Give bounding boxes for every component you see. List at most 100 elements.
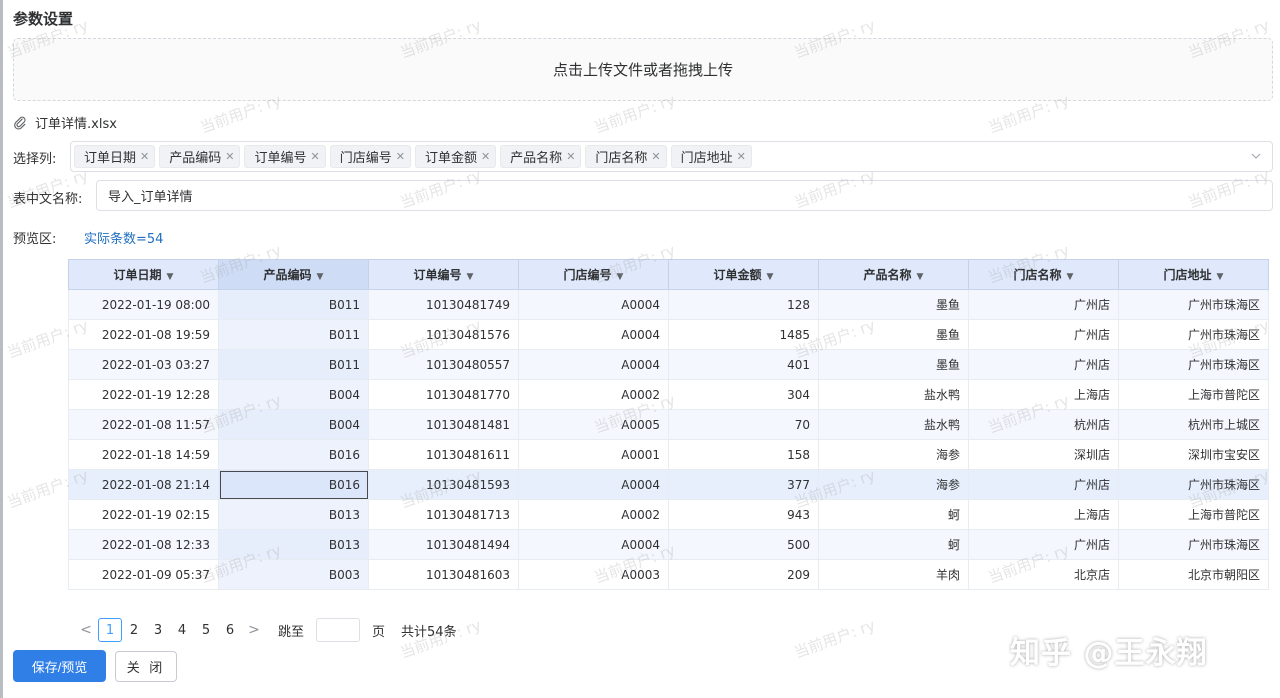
table-cell[interactable]: B011 [218,319,369,350]
close-icon[interactable]: ✕ [737,150,746,163]
table-cell[interactable]: A0002 [518,499,669,530]
column-header[interactable]: 产品名称 ▼ [818,259,969,290]
table-row[interactable]: 2022-01-19 12:28 B004 10130481770 A0002 304 盐… [68,379,1269,410]
column-header[interactable]: 订单编号 ▼ [368,259,519,290]
sort-caret-icon[interactable]: ▼ [467,272,474,282]
table-cell[interactable]: A0005 [518,409,669,440]
table-row[interactable]: 2022-01-19 02:15 B013 10130481713 A0002 943 蚵… [68,499,1269,530]
table-cell[interactable]: B004 [218,379,369,410]
table-cell[interactable]: A0004 [518,289,669,320]
column-header[interactable]: 门店名称 ▼ [968,259,1119,290]
table-cell[interactable]: 10130481481 [368,409,519,440]
table-cell[interactable]: 10130481770 [368,379,519,410]
table-cell[interactable]: 广州店 [968,529,1119,560]
table-cell[interactable]: A0004 [518,319,669,350]
table-cell[interactable]: B013 [218,529,369,560]
table-cell[interactable]: 209 [668,559,819,590]
table-cell[interactable]: 北京市朝阳区 [1118,559,1269,590]
table-cell[interactable]: A0001 [518,439,669,470]
table-cell[interactable]: 上海店 [968,499,1119,530]
sort-caret-icon[interactable]: ▼ [317,272,324,282]
column-header[interactable]: 门店地址 ▼ [1118,259,1269,290]
table-row[interactable]: 2022-01-19 08:00 B011 10130481749 A0004 128 墨… [68,289,1269,320]
table-cell[interactable]: 上海店 [968,379,1119,410]
table-cell[interactable]: A0004 [518,529,669,560]
table-cell[interactable]: 1485 [668,319,819,350]
column-header[interactable]: 门店编号 ▼ [518,259,669,290]
page-number-button[interactable]: 5 [194,618,218,642]
column-header[interactable]: 订单金额 ▼ [668,259,819,290]
table-cell[interactable]: 2022-01-19 02:15 [68,499,219,530]
table-cell[interactable]: 2022-01-19 12:28 [68,379,219,410]
close-icon[interactable]: ✕ [396,150,405,163]
table-cell[interactable]: B004 [218,409,369,440]
table-cell[interactable]: 158 [668,439,819,470]
jump-page-input[interactable] [316,618,361,642]
table-cell[interactable]: B011 [218,289,369,320]
table-cell[interactable]: 10130481576 [368,319,519,350]
table-cell[interactable]: 2022-01-19 08:00 [68,289,219,320]
table-row[interactable]: 2022-01-08 19:59 B011 10130481576 A0004 1485… [68,319,1269,350]
save-preview-button[interactable]: 保存/预览 [13,650,106,682]
close-icon[interactable]: ✕ [140,150,149,163]
table-cell[interactable]: 2022-01-08 19:59 [68,319,219,350]
table-cell[interactable]: 盐水鸭 [818,409,969,440]
close-icon[interactable]: ✕ [566,150,575,163]
table-cell[interactable]: A0003 [518,559,669,590]
table-cell[interactable]: 128 [668,289,819,320]
table-cell[interactable]: 广州市珠海区 [1118,469,1269,500]
table-cell[interactable]: 401 [668,349,819,380]
page-number-button[interactable]: 3 [146,618,170,642]
column-header[interactable]: 产品编码 ▼ [218,259,369,290]
upload-dropzone[interactable]: 点击上传文件或者拖拽上传 [13,38,1273,101]
table-name-input[interactable]: 导入_订单详情 [96,180,1273,211]
table-cell[interactable]: 10130481713 [368,499,519,530]
table-cell[interactable]: 墨鱼 [818,349,969,380]
page-number-button[interactable]: 4 [170,618,194,642]
table-cell[interactable]: 广州市珠海区 [1118,319,1269,350]
table-cell[interactable]: 海参 [818,469,969,500]
table-cell[interactable]: 北京店 [968,559,1119,590]
table-cell[interactable]: B016 [218,439,369,470]
page-number-button[interactable]: 1 [98,618,122,642]
sort-caret-icon[interactable]: ▼ [917,272,924,282]
table-cell[interactable]: 10130481593 [368,469,519,500]
table-cell[interactable]: 500 [668,529,819,560]
prev-page-button[interactable]: < [74,618,98,642]
sort-caret-icon[interactable]: ▼ [1067,272,1074,282]
table-cell[interactable]: 377 [668,469,819,500]
columns-multiselect[interactable]: 订单日期 ✕ 产品编码 ✕ 订单编号 ✕ 门店编号 ✕ 订单金额 ✕ 产品名称 ✕ 门店名称 ✕ 门店地址 ✕ [70,141,1273,172]
uploaded-file-name[interactable]: 订单详情.xlsx [35,113,117,132]
table-cell[interactable]: 广州店 [968,319,1119,350]
table-cell[interactable]: 2022-01-08 11:57 [68,409,219,440]
table-cell[interactable]: 杭州市上城区 [1118,409,1269,440]
table-cell[interactable]: A0004 [518,349,669,380]
table-cell[interactable]: 10130481494 [368,529,519,560]
close-icon[interactable]: ✕ [225,150,234,163]
table-cell[interactable]: 10130480557 [368,349,519,380]
table-cell[interactable]: B011 [218,349,369,380]
table-cell[interactable]: 蚵 [818,529,969,560]
table-cell[interactable]: 上海市普陀区 [1118,499,1269,530]
close-icon[interactable]: ✕ [481,150,490,163]
close-icon[interactable]: ✕ [310,150,319,163]
table-cell[interactable]: 广州市珠海区 [1118,529,1269,560]
table-cell[interactable]: 10130481749 [368,289,519,320]
table-row[interactable]: 2022-01-08 11:57 B004 10130481481 A0005 70 盐水… [68,409,1269,440]
table-row[interactable]: 2022-01-08 12:33 B013 10130481494 A0004 500 蚵… [68,529,1269,560]
table-cell[interactable]: 墨鱼 [818,319,969,350]
table-cell[interactable]: 杭州店 [968,409,1119,440]
sort-caret-icon[interactable]: ▼ [767,272,774,282]
sort-caret-icon[interactable]: ▼ [617,272,624,282]
table-cell[interactable]: B016 [218,469,369,500]
table-cell[interactable]: 墨鱼 [818,289,969,320]
table-cell[interactable]: 蚵 [818,499,969,530]
table-cell[interactable]: 广州市珠海区 [1118,349,1269,380]
page-number-button[interactable]: 6 [218,618,242,642]
table-cell[interactable]: 盐水鸭 [818,379,969,410]
table-cell[interactable]: A0002 [518,379,669,410]
table-cell[interactable]: 广州店 [968,469,1119,500]
table-cell[interactable]: 2022-01-08 21:14 [68,469,219,500]
table-cell[interactable]: 10130481611 [368,439,519,470]
table-row[interactable]: 2022-01-18 14:59 B016 10130481611 A0001 158 海… [68,439,1269,470]
